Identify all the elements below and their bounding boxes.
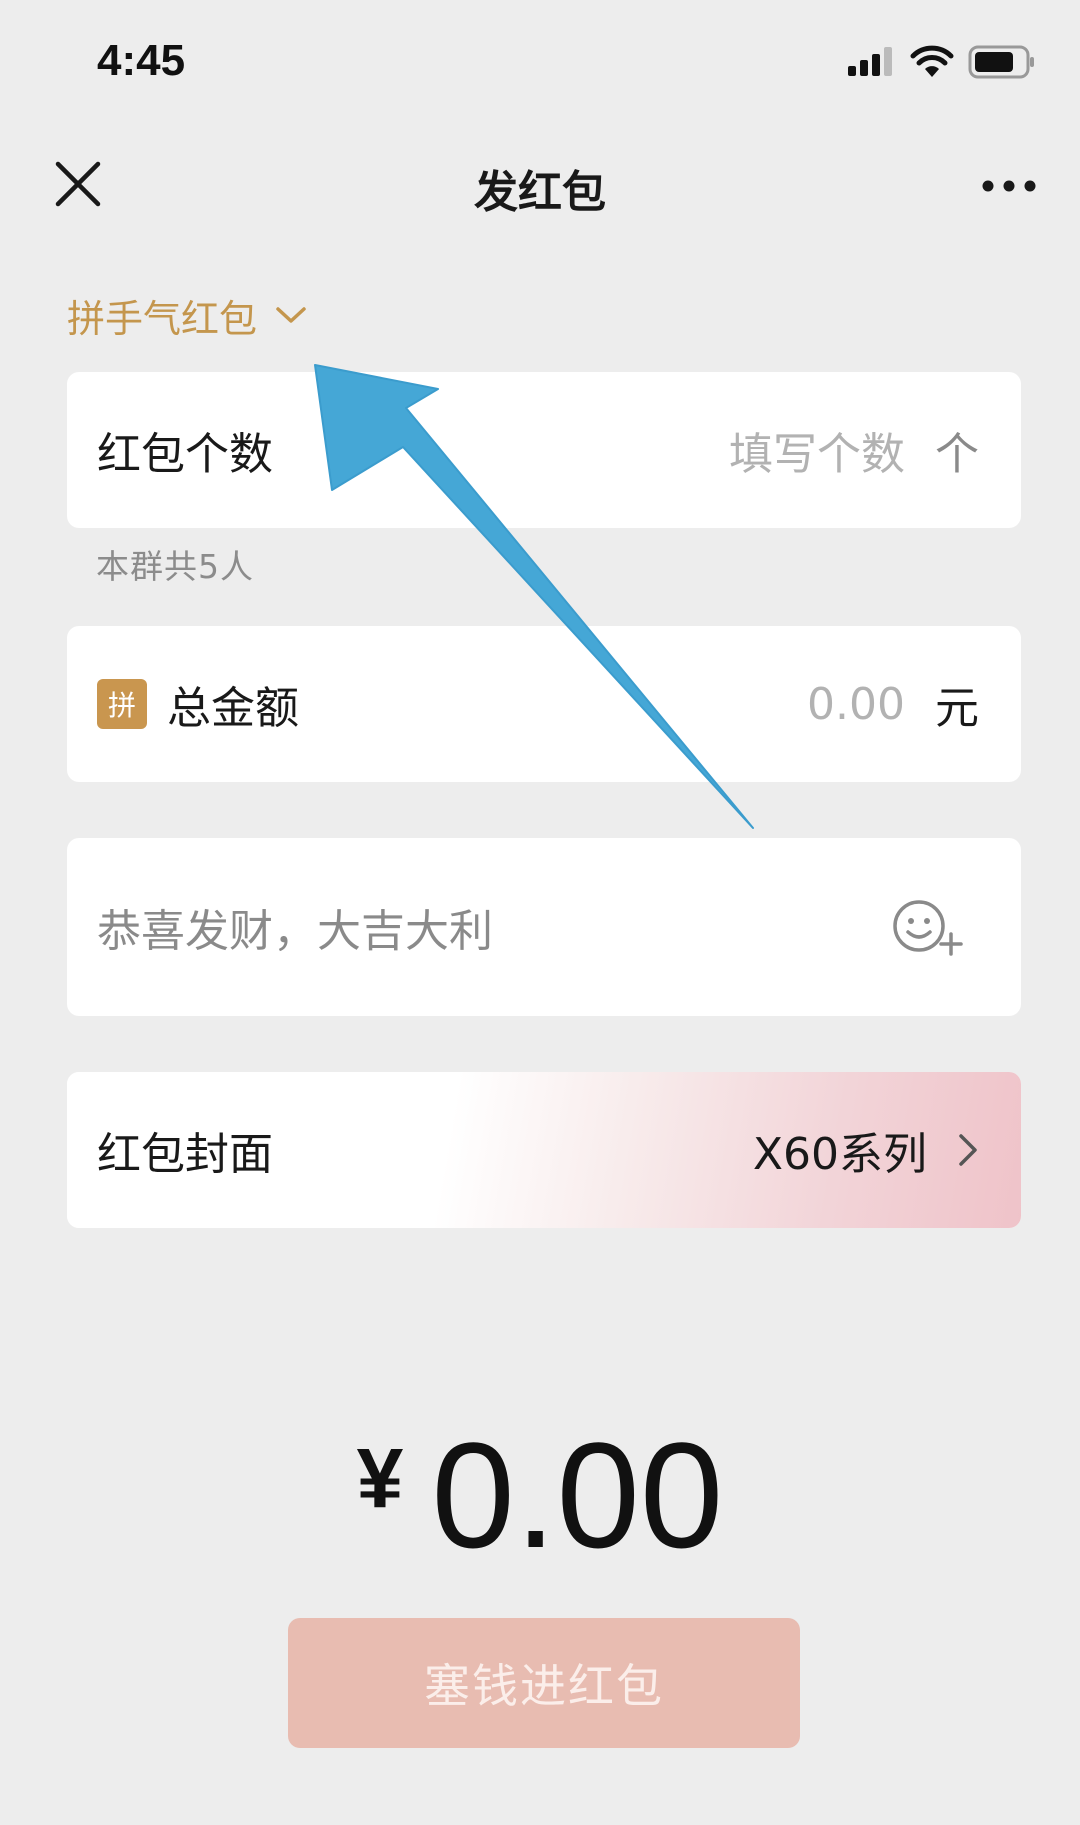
total-value: 0.00: [431, 1411, 724, 1579]
count-label: 红包个数: [97, 429, 273, 480]
packet-type-selector[interactable]: 拼手气红包: [67, 290, 307, 341]
more-icon[interactable]: [980, 168, 1038, 204]
red-packet-screen: 4:45 发红包 拼手气红包 红包个数 填写个数 个 本群共5人 拼 总金额 0…: [0, 0, 1080, 1825]
count-unit: 个: [935, 429, 979, 480]
emoji-add-icon[interactable]: [891, 896, 963, 958]
wifi-icon: [910, 45, 954, 77]
pin-badge: 拼: [97, 679, 147, 729]
status-icons: [848, 42, 1036, 82]
submit-button[interactable]: 塞钱进红包: [288, 1618, 800, 1748]
amount-input-group[interactable]: 0.00 元: [807, 672, 979, 736]
chevron-right-icon: [959, 1134, 977, 1166]
cover-label: 红包封面: [97, 1129, 273, 1180]
cover-value-group[interactable]: X60系列: [753, 1118, 979, 1182]
packet-type-label: 拼手气红包: [67, 296, 258, 341]
page-title: 发红包: [474, 167, 606, 218]
signal-icon: [848, 47, 892, 76]
group-member-hint: 本群共5人: [96, 547, 254, 586]
count-row[interactable]: 红包个数 填写个数 个: [67, 372, 1021, 528]
battery-icon: [968, 45, 1034, 79]
count-input-group[interactable]: 填写个数 个: [729, 418, 979, 482]
total-amount: ¥ 0.00: [0, 1420, 1080, 1570]
amount-row[interactable]: 拼 总金额 0.00 元: [67, 626, 1021, 782]
chevron-down-icon: [276, 307, 306, 323]
greeting-input[interactable]: 恭喜发财，大吉大利: [97, 895, 493, 959]
amount-input[interactable]: 0.00: [807, 679, 905, 730]
amount-unit: 元: [935, 683, 979, 734]
count-input[interactable]: 填写个数: [729, 418, 905, 482]
greeting-row[interactable]: 恭喜发财，大吉大利: [67, 838, 1021, 1016]
amount-label: 总金额: [167, 683, 299, 734]
cover-row[interactable]: 红包封面 X60系列: [67, 1072, 1021, 1228]
status-time: 4:45: [97, 36, 186, 85]
total-currency: ¥: [356, 1431, 404, 1525]
cover-value: X60系列: [752, 1129, 927, 1180]
